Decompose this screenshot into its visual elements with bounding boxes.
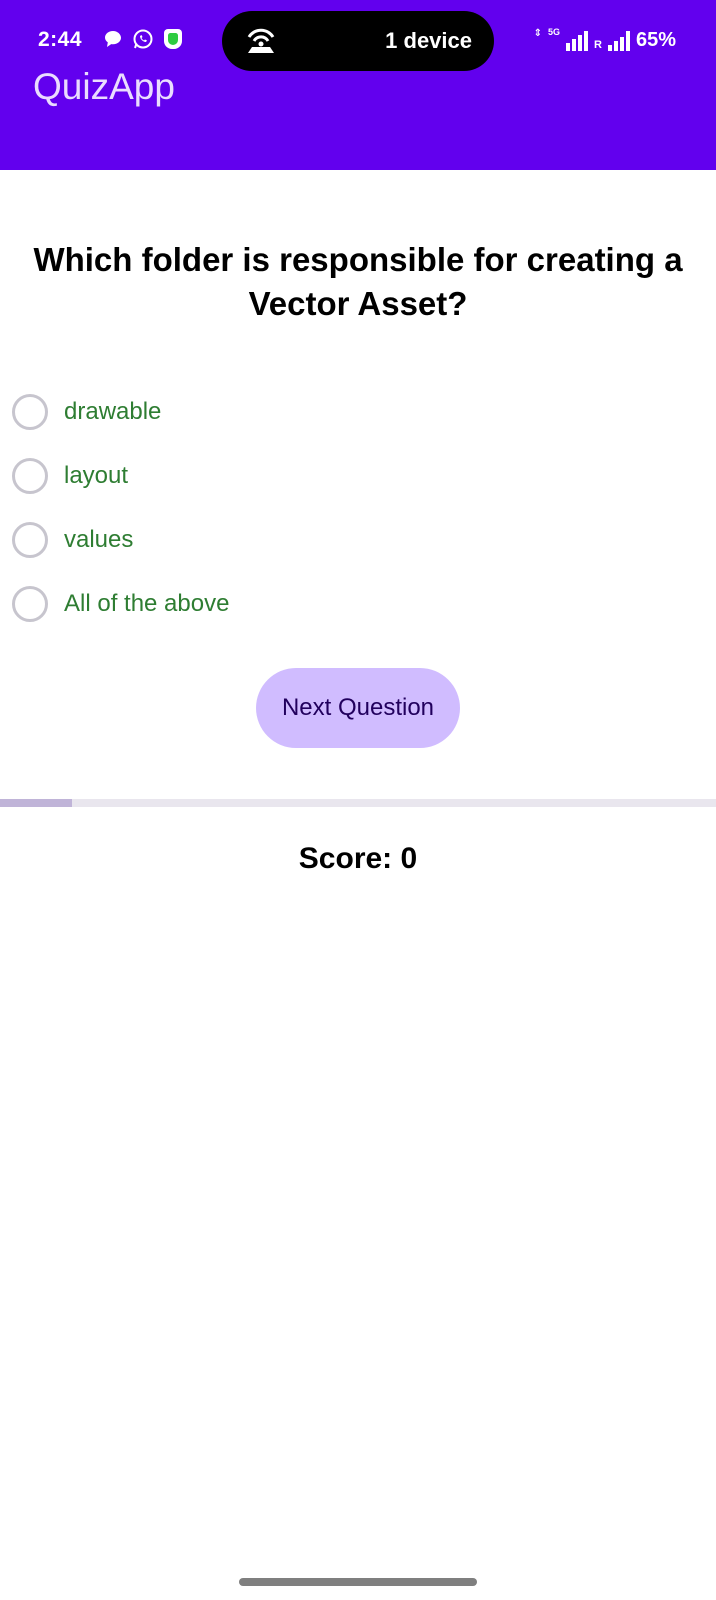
home-indicator[interactable] [239,1578,477,1586]
answer-options: drawable layout values All of the above [10,380,690,636]
roaming-indicator: R [594,38,602,51]
network-type: 5G [548,27,561,37]
radio-button[interactable] [12,394,48,430]
next-question-button[interactable]: Next Question [256,668,460,748]
score-text: Score: 0 [298,842,418,875]
shield-icon [164,29,182,49]
data-arrows-icon: ⇕ [533,28,542,39]
app-bar: 2:44 1 device ⇕ 5G R 65% QuizApp [0,0,716,170]
cast-indicator[interactable]: 1 device [222,11,494,71]
signal-icon [566,30,589,51]
option-drawable[interactable]: drawable [10,380,690,444]
battery-level: 65% [635,29,676,51]
cast-device-count: 1 device [385,28,472,53]
option-all-of-the-above[interactable]: All of the above [10,572,690,636]
radio-button[interactable] [12,522,48,558]
wifi-hotspot-icon [247,28,275,53]
status-right: ⇕ 5G R 65% [533,27,676,52]
option-label: layout [64,462,129,489]
option-layout[interactable]: layout [10,444,690,508]
option-values[interactable]: values [10,508,690,572]
notification-icons [104,28,182,50]
radio-button[interactable] [12,458,48,494]
option-label: values [64,526,134,553]
radio-button[interactable] [12,586,48,622]
quiz-progress-fill [0,799,72,807]
option-label: All of the above [64,590,230,617]
quiz-progress-bar [0,799,716,807]
status-time: 2:44 [38,28,83,51]
chat-bubble-icon [105,31,121,47]
whatsapp-icon [133,29,153,49]
option-label: drawable [64,398,162,425]
question-text: Which folder is responsible for creating… [33,241,683,322]
app-title: QuizApp [33,66,175,107]
signal-icon-secondary [607,30,630,51]
